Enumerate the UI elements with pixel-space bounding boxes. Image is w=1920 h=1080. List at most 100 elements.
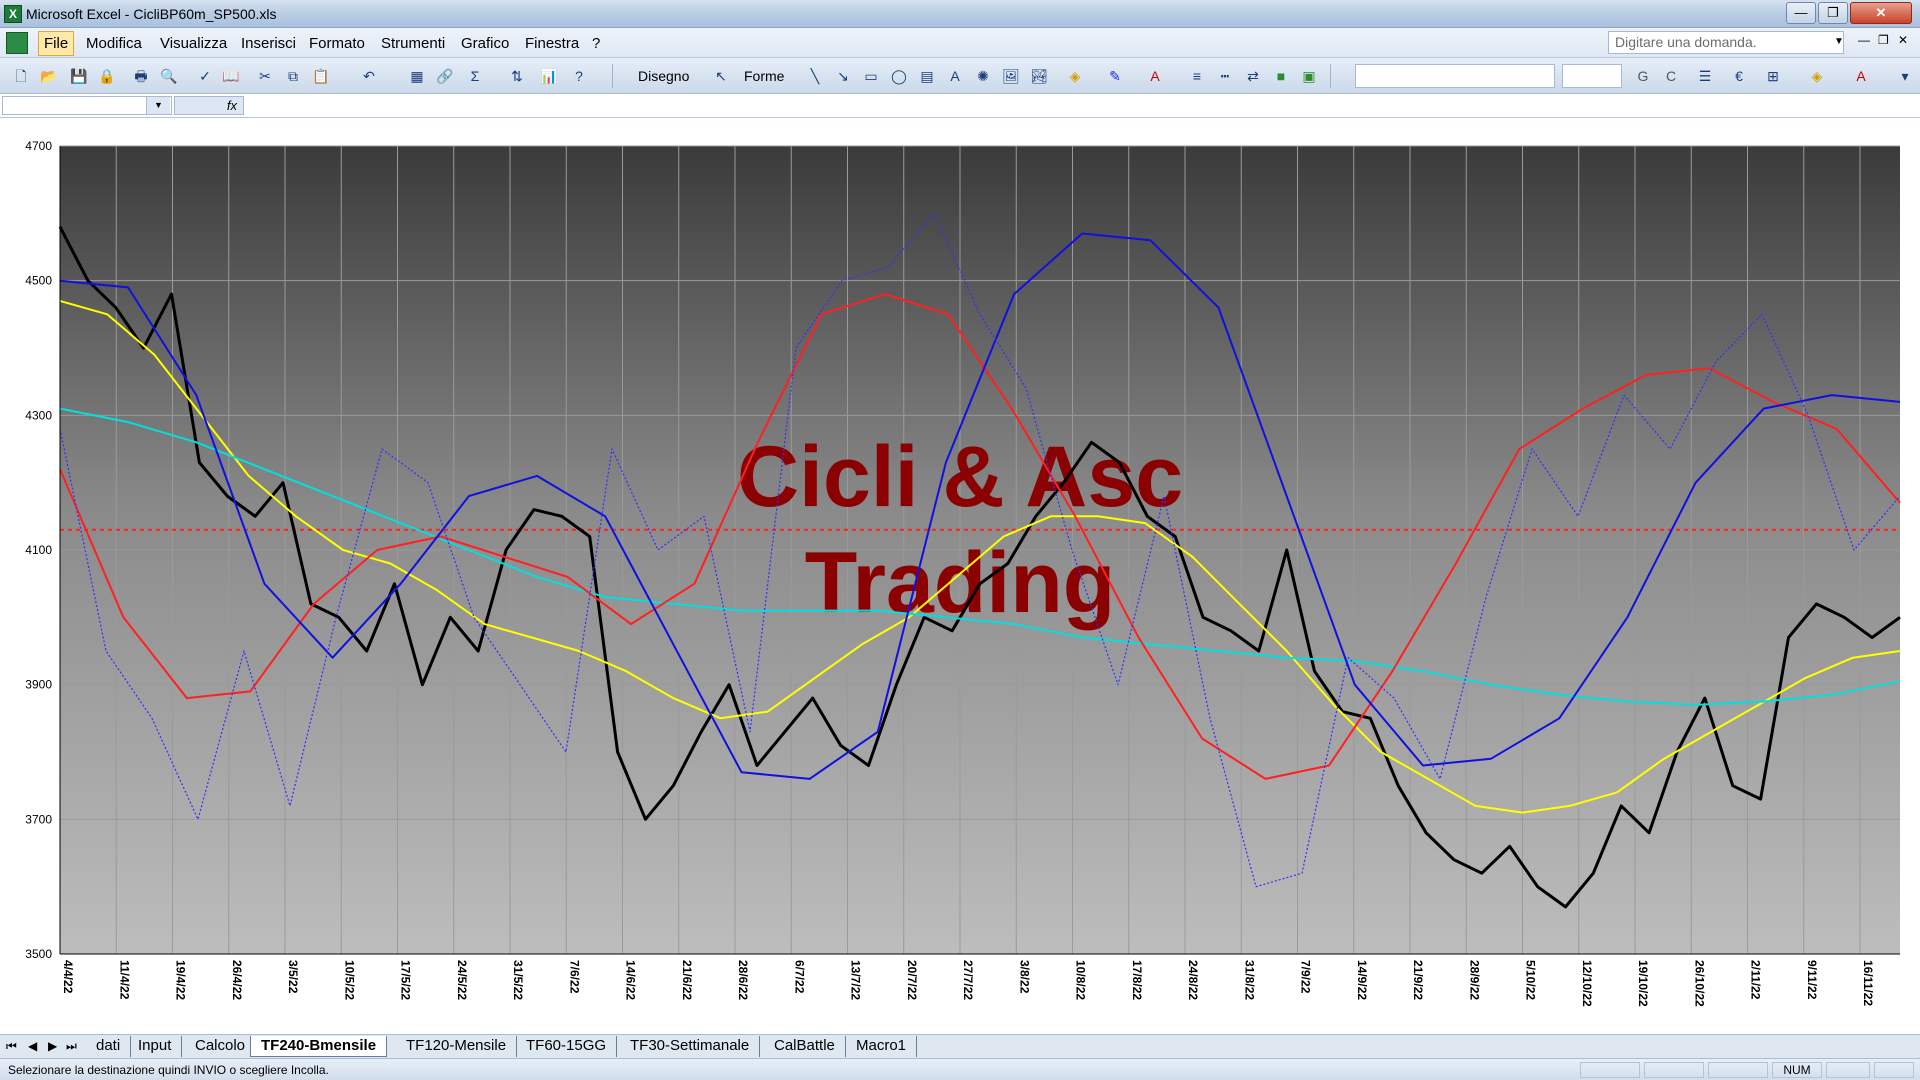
y-tick-label: 3900 (25, 678, 52, 692)
dash-style-icon[interactable]: ┅ (1216, 67, 1234, 85)
rectangle-icon[interactable]: ▭ (862, 67, 880, 85)
prev-sheet-icon[interactable]: ◀ (28, 1039, 37, 1053)
shapes-menu[interactable]: Forme (744, 68, 784, 84)
line-icon[interactable]: ╲ (806, 67, 824, 85)
sheet-tab-tf30[interactable]: TF30-Settimanale (620, 1036, 761, 1057)
menu-finestra[interactable]: Finestra (525, 35, 579, 52)
menu-help[interactable]: ? (592, 35, 600, 52)
arrow-icon[interactable]: ↘ (834, 67, 852, 85)
sheet-tab-input[interactable]: Input (128, 1036, 183, 1057)
font-size-select[interactable] (1562, 64, 1622, 88)
spelling-icon[interactable]: ✓ (196, 67, 214, 85)
excel-app-icon[interactable]: X (4, 5, 22, 23)
select-pointer-icon[interactable]: ↖ (712, 67, 730, 85)
font-color2-icon[interactable]: A (1852, 67, 1870, 85)
x-tick-label: 2/11/22 (1749, 960, 1763, 1000)
menu-inserisci[interactable]: Inserisci (241, 35, 296, 52)
print-preview-icon[interactable]: 🔍 (160, 67, 178, 85)
help-icon[interactable]: ? (570, 67, 588, 85)
oval-icon[interactable]: ◯ (890, 67, 908, 85)
sheet-tab-tf240[interactable]: TF240-Bmensile (250, 1036, 388, 1057)
paste-icon[interactable]: 📋 (312, 67, 330, 85)
new-icon[interactable]: 🗋 (12, 67, 30, 85)
arrow-style-icon[interactable]: ⇄ (1244, 67, 1262, 85)
research-icon[interactable]: 📖 (222, 67, 240, 85)
bold-button[interactable]: G (1634, 67, 1652, 85)
fill-color2-icon[interactable]: ◈ (1808, 67, 1826, 85)
status-cell (1580, 1062, 1640, 1078)
autosum-icon[interactable]: Σ (466, 67, 484, 85)
copy-icon[interactable]: ⧉ (284, 67, 302, 85)
y-tick-label: 4700 (25, 139, 52, 153)
undo-icon[interactable]: ↶ (360, 67, 378, 85)
diagram-icon[interactable]: ✺ (974, 67, 992, 85)
hyperlink-icon[interactable]: 🔗 (436, 67, 454, 85)
menu-visualizza[interactable]: Visualizza (160, 35, 227, 52)
draw-menu[interactable]: Disegno (638, 68, 689, 84)
doc-minimize-button[interactable]: — (1858, 33, 1870, 47)
sheet-tab-dati[interactable]: dati (86, 1036, 132, 1057)
workbook-icon[interactable] (6, 32, 28, 54)
y-tick-label: 4500 (25, 274, 52, 288)
sort-icon[interactable]: ⇅ (508, 67, 526, 85)
picture-icon[interactable]: 🏞 (1030, 67, 1048, 85)
x-tick-label: 20/7/22 (905, 960, 919, 1000)
italic-button[interactable]: C (1662, 67, 1680, 85)
menu-file[interactable]: File (38, 31, 75, 56)
x-tick-label: 5/10/22 (1524, 960, 1538, 1000)
3d-icon[interactable]: ▣ (1300, 67, 1318, 85)
y-axis: 3500 3700 3900 4100 4300 4500 4700 (25, 139, 52, 961)
doc-close-button[interactable]: ✕ (1898, 33, 1908, 47)
font-name-select[interactable] (1355, 64, 1555, 88)
sheet-tab-tf120[interactable]: TF120-Mensile (396, 1036, 518, 1057)
next-sheet-icon[interactable]: ▶ (48, 1039, 57, 1053)
menu-grafico[interactable]: Grafico (461, 35, 509, 52)
clipart-icon[interactable]: 🖼 (1002, 67, 1020, 85)
restore-button[interactable]: ❐ (1818, 2, 1848, 24)
doc-restore-button[interactable]: ❐ (1878, 33, 1889, 47)
cut-icon[interactable]: ✂ (256, 67, 274, 85)
font-color-icon[interactable]: A (1146, 67, 1164, 85)
align-icon[interactable]: ☰ (1696, 67, 1714, 85)
permission-icon[interactable]: 🔒 (98, 67, 116, 85)
close-button[interactable]: ✕ (1850, 2, 1912, 24)
shadow-icon[interactable]: ■ (1272, 67, 1290, 85)
formula-bar: ▼ fx (0, 94, 1920, 118)
chart-wizard-icon[interactable]: 📊 (540, 67, 558, 85)
x-tick-label: 9/11/22 (1805, 960, 1819, 1000)
textbox-icon[interactable]: ▤ (918, 67, 936, 85)
borders-icon[interactable]: ⊞ (1764, 67, 1782, 85)
chevron-down-icon[interactable]: ▼ (1834, 36, 1844, 47)
save-icon[interactable]: 💾 (70, 67, 88, 85)
menu-formato[interactable]: Formato (309, 35, 365, 52)
standard-toolbar: 🗋 📂 💾 🔒 🖶 🔍 ✓ 📖 ✂ ⧉ 📋 ↶ ▦ 🔗 Σ ⇅ 📊 ? Dise… (0, 58, 1920, 94)
sheet-tab-tf60[interactable]: TF60-15GG (516, 1036, 618, 1057)
help-question-box[interactable]: Digitare una domanda. (1608, 31, 1844, 54)
minimize-button[interactable]: — (1786, 2, 1816, 24)
line-color-icon[interactable]: ✎ (1106, 67, 1124, 85)
x-tick-label: 17/8/22 (1130, 960, 1144, 1000)
fill-color-icon[interactable]: ◈ (1066, 67, 1084, 85)
sheet-tab-calcolo[interactable]: Calcolo (185, 1036, 257, 1057)
insert-object-icon[interactable]: ▦ (408, 67, 426, 85)
x-tick-label: 16/11/22 (1861, 960, 1875, 1006)
menu-strumenti[interactable]: Strumenti (381, 35, 445, 52)
chevron-down-icon[interactable]: ▼ (146, 97, 170, 114)
fx-button[interactable]: fx (174, 96, 244, 115)
print-icon[interactable]: 🖶 (132, 67, 150, 85)
first-sheet-icon[interactable]: ⏮ (6, 1039, 17, 1054)
last-sheet-icon[interactable]: ⏭ (66, 1039, 77, 1054)
x-tick-label: 11/4/22 (117, 960, 131, 1000)
line-style-icon[interactable]: ≡ (1188, 67, 1206, 85)
wordart-icon[interactable]: A (946, 67, 964, 85)
open-icon[interactable]: 📂 (40, 67, 58, 85)
currency-button[interactable]: € (1730, 67, 1748, 85)
sheet-tab-macro1[interactable]: Macro1 (846, 1036, 918, 1057)
menu-modifica[interactable]: Modifica (86, 35, 142, 52)
x-tick-label: 10/5/22 (342, 960, 356, 1000)
chart-area[interactable]: 3500 3700 3900 4100 4300 4500 4700 4/4/22 11/4/… (0, 118, 1920, 1034)
sheet-tab-calbattle[interactable]: CalBattle (764, 1036, 846, 1057)
chart-svg[interactable]: 3500 3700 3900 4100 4300 4500 4700 4/4/22 11/4/… (0, 118, 1920, 1034)
toolbar-options-icon[interactable]: ▾ (1896, 67, 1914, 85)
x-tick-label: 21/6/22 (680, 960, 694, 1000)
